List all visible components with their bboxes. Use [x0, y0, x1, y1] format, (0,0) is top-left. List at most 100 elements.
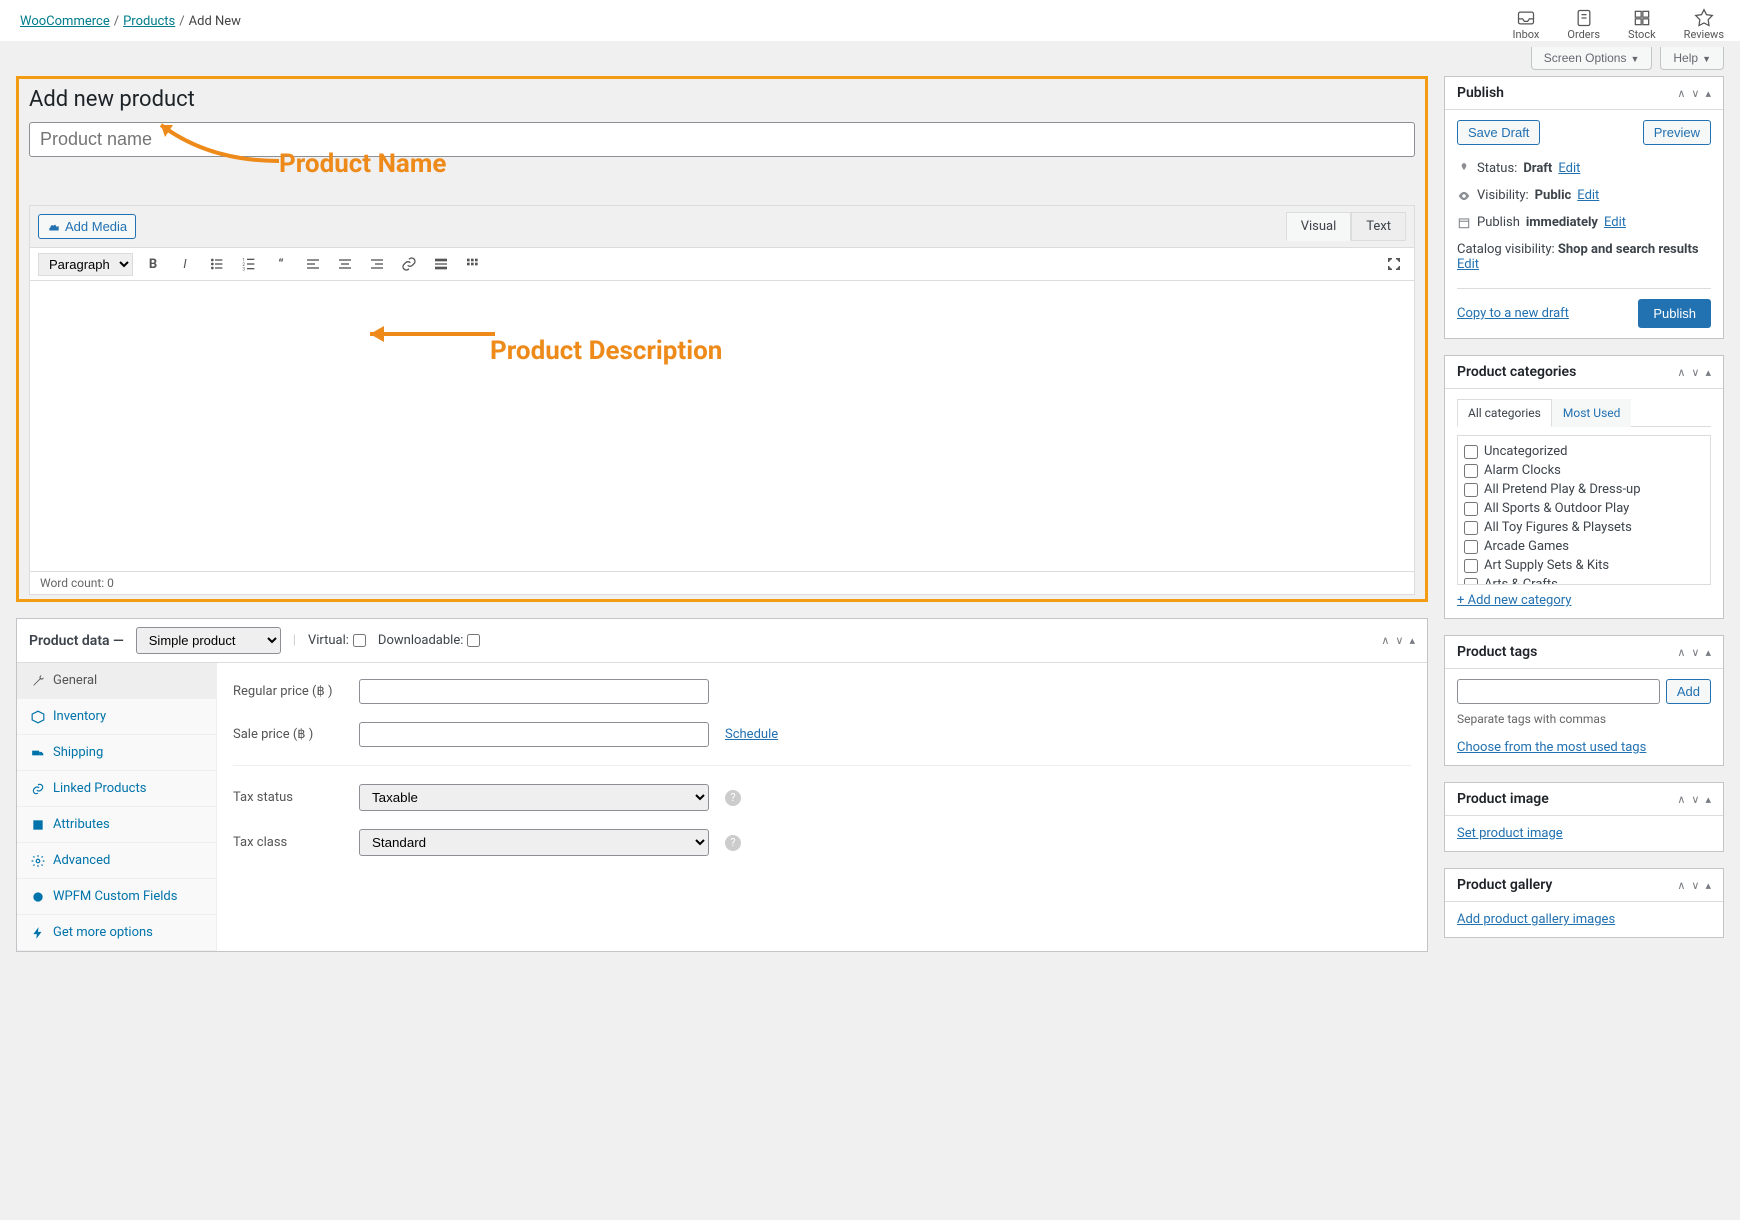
- panel-toggle-icon[interactable]: ▴: [1705, 87, 1711, 100]
- editor-tab-text[interactable]: Text: [1351, 212, 1406, 241]
- breadcrumb-products[interactable]: Products: [123, 14, 175, 29]
- category-checkbox[interactable]: [1464, 559, 1478, 573]
- link-button[interactable]: [397, 252, 421, 276]
- panel-toggle-icon[interactable]: ▴: [1705, 793, 1711, 806]
- panel-down-icon[interactable]: ∨: [1691, 646, 1699, 659]
- edit-publish-date-link[interactable]: Edit: [1604, 215, 1626, 230]
- cat-tab-all[interactable]: All categories: [1457, 399, 1552, 427]
- panel-up-icon[interactable]: ∧: [1381, 634, 1389, 647]
- tax-status-select[interactable]: Taxable: [359, 784, 709, 811]
- category-checkbox[interactable]: [1464, 502, 1478, 516]
- tab-linked-products[interactable]: Linked Products: [17, 771, 216, 807]
- category-item[interactable]: All Pretend Play & Dress-up: [1464, 480, 1704, 499]
- panel-toggle-icon[interactable]: ▴: [1409, 634, 1415, 647]
- tab-wpfm[interactable]: WPFM Custom Fields: [17, 879, 216, 915]
- panel-up-icon[interactable]: ∧: [1677, 366, 1685, 379]
- panel-down-icon[interactable]: ∨: [1691, 793, 1699, 806]
- panel-down-icon[interactable]: ∨: [1691, 879, 1699, 892]
- bold-button[interactable]: B: [141, 252, 165, 276]
- category-item[interactable]: Arcade Games: [1464, 537, 1704, 556]
- toolbar-toggle-button[interactable]: [461, 252, 485, 276]
- panel-up-icon[interactable]: ∧: [1677, 793, 1685, 806]
- add-category-link[interactable]: + Add new category: [1457, 593, 1571, 608]
- add-tag-button[interactable]: Add: [1666, 679, 1711, 704]
- product-name-input[interactable]: [29, 122, 1415, 157]
- stock-button[interactable]: Stock: [1628, 8, 1656, 41]
- editor-tab-visual[interactable]: Visual: [1286, 212, 1352, 241]
- numbered-list-button[interactable]: 123: [237, 252, 261, 276]
- category-checkbox[interactable]: [1464, 540, 1478, 554]
- help-icon[interactable]: ?: [725, 790, 741, 806]
- panel-toggle-icon[interactable]: ▴: [1705, 366, 1711, 379]
- tab-general[interactable]: General: [17, 663, 216, 699]
- panel-toggle-icon[interactable]: ▴: [1705, 879, 1711, 892]
- edit-catalog-link[interactable]: Edit: [1457, 257, 1479, 272]
- tab-advanced[interactable]: Advanced: [17, 843, 216, 879]
- panel-down-icon[interactable]: ∨: [1395, 634, 1403, 647]
- align-center-button[interactable]: [333, 252, 357, 276]
- downloadable-checkbox[interactable]: [467, 634, 480, 647]
- help-icon[interactable]: ?: [725, 835, 741, 851]
- category-item[interactable]: Art Supply Sets & Kits: [1464, 556, 1704, 575]
- quote-button[interactable]: “: [269, 252, 293, 276]
- category-item[interactable]: All Sports & Outdoor Play: [1464, 499, 1704, 518]
- orders-button[interactable]: Orders: [1567, 8, 1600, 41]
- fullscreen-button[interactable]: [1382, 252, 1406, 276]
- virtual-checkbox[interactable]: [353, 634, 366, 647]
- gear-icon: [31, 854, 45, 868]
- choose-tags-link[interactable]: Choose from the most used tags: [1457, 740, 1646, 755]
- panel-toggle-icon[interactable]: ▴: [1705, 646, 1711, 659]
- align-right-button[interactable]: [365, 252, 389, 276]
- set-product-image-link[interactable]: Set product image: [1457, 826, 1563, 841]
- category-checkbox[interactable]: [1464, 483, 1478, 497]
- tag-input[interactable]: [1457, 679, 1660, 704]
- preview-button[interactable]: Preview: [1643, 120, 1711, 145]
- category-item[interactable]: Uncategorized: [1464, 442, 1704, 461]
- tab-inventory[interactable]: Inventory: [17, 699, 216, 735]
- schedule-link[interactable]: Schedule: [725, 727, 778, 742]
- bullet-list-button[interactable]: [205, 252, 229, 276]
- tax-class-select[interactable]: Standard: [359, 829, 709, 856]
- tab-shipping[interactable]: Shipping: [17, 735, 216, 771]
- panel-down-icon[interactable]: ∨: [1691, 87, 1699, 100]
- sale-price-input[interactable]: [359, 722, 709, 747]
- truck-icon: [31, 746, 45, 760]
- copy-draft-link[interactable]: Copy to a new draft: [1457, 306, 1569, 321]
- category-item[interactable]: Arts & Crafts: [1464, 575, 1704, 585]
- category-checkbox[interactable]: [1464, 445, 1478, 459]
- edit-visibility-link[interactable]: Edit: [1577, 188, 1599, 203]
- reviews-button[interactable]: Reviews: [1684, 8, 1724, 41]
- panel-down-icon[interactable]: ∨: [1691, 366, 1699, 379]
- paragraph-select[interactable]: Paragraph: [38, 253, 133, 276]
- regular-price-input[interactable]: [359, 679, 709, 704]
- categories-title: Product categories: [1457, 364, 1576, 380]
- italic-button[interactable]: I: [173, 252, 197, 276]
- editor-textarea[interactable]: Product Description: [30, 281, 1414, 571]
- category-list[interactable]: Uncategorized Alarm Clocks All Pretend P…: [1457, 435, 1711, 585]
- panel-up-icon[interactable]: ∧: [1677, 87, 1685, 100]
- panel-up-icon[interactable]: ∧: [1677, 646, 1685, 659]
- align-left-button[interactable]: [301, 252, 325, 276]
- media-icon: [47, 220, 61, 234]
- breadcrumb-root[interactable]: WooCommerce: [20, 14, 110, 29]
- publish-button[interactable]: Publish: [1638, 299, 1711, 328]
- panel-up-icon[interactable]: ∧: [1677, 879, 1685, 892]
- category-item[interactable]: Alarm Clocks: [1464, 461, 1704, 480]
- add-gallery-images-link[interactable]: Add product gallery images: [1457, 912, 1615, 927]
- category-item[interactable]: All Toy Figures & Playsets: [1464, 518, 1704, 537]
- screen-options-button[interactable]: Screen Options▼: [1531, 47, 1653, 70]
- product-type-select[interactable]: Simple product: [136, 627, 281, 654]
- help-button[interactable]: Help▼: [1660, 47, 1724, 70]
- category-checkbox[interactable]: [1464, 521, 1478, 535]
- tutorial-highlight-box: Add new product Product Name Add Media V…: [16, 76, 1428, 602]
- category-checkbox[interactable]: [1464, 578, 1478, 586]
- save-draft-button[interactable]: Save Draft: [1457, 120, 1540, 145]
- edit-status-link[interactable]: Edit: [1558, 161, 1580, 176]
- add-media-button[interactable]: Add Media: [38, 214, 136, 239]
- tab-attributes[interactable]: Attributes: [17, 807, 216, 843]
- category-checkbox[interactable]: [1464, 464, 1478, 478]
- inbox-button[interactable]: Inbox: [1513, 8, 1540, 41]
- cat-tab-most[interactable]: Most Used: [1552, 399, 1632, 427]
- readmore-button[interactable]: [429, 252, 453, 276]
- tab-get-more[interactable]: Get more options: [17, 915, 216, 951]
